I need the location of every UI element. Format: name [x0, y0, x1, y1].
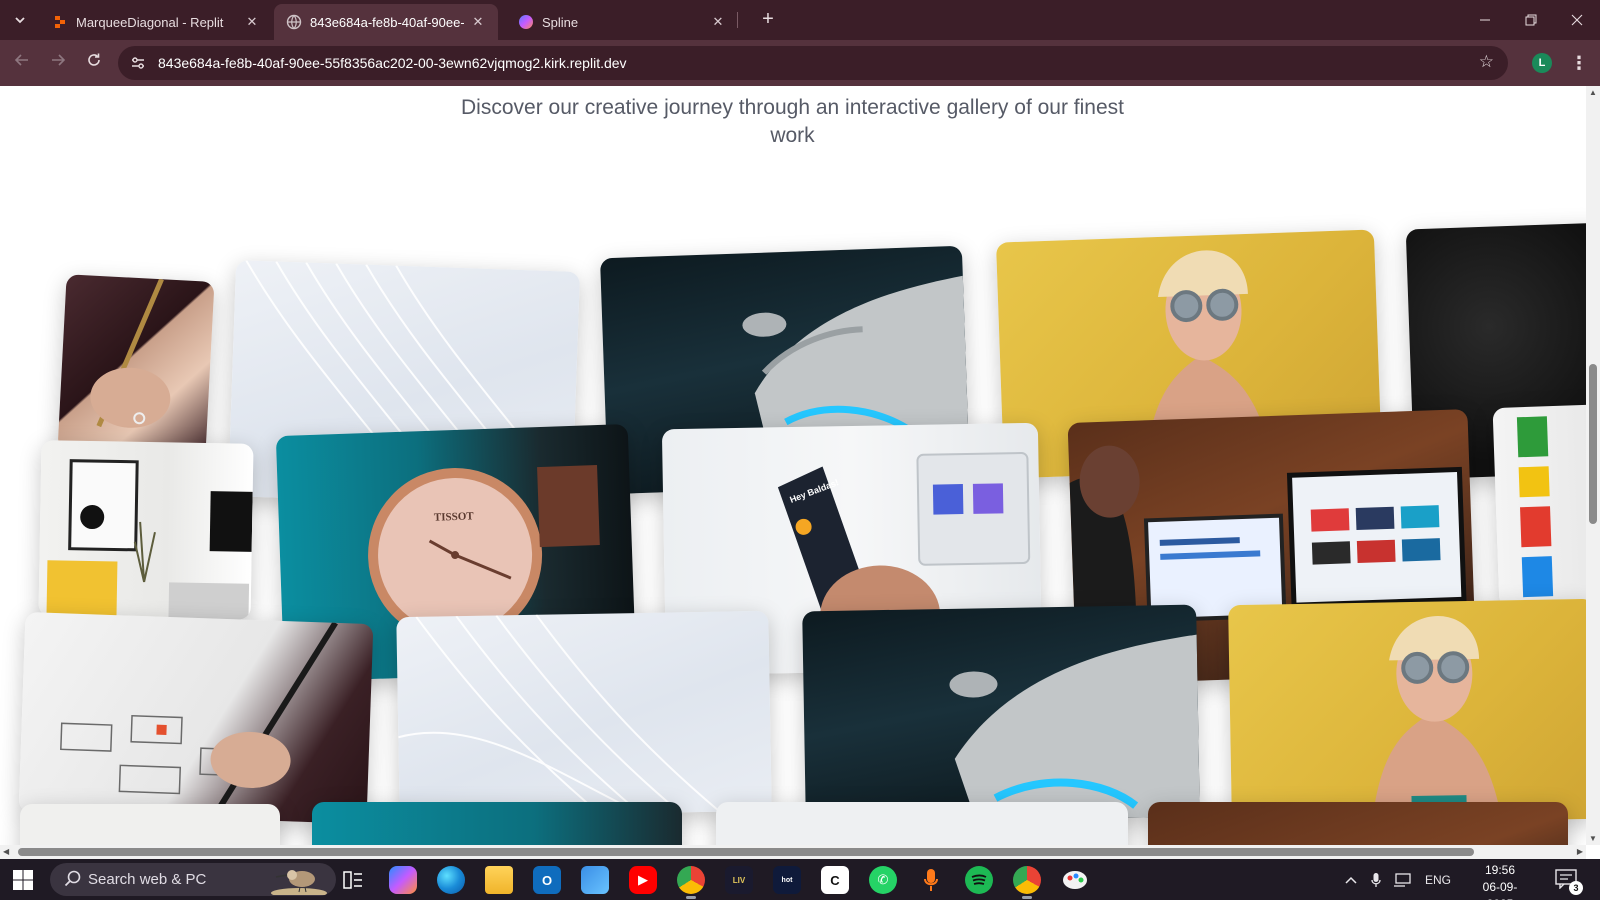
taskbar-search-placeholder: Search web & PC: [88, 871, 207, 888]
scroll-down-arrow-icon[interactable]: ▼: [1589, 834, 1597, 843]
tab-title: MarqueeDiagonal - Replit: [76, 14, 224, 30]
tab-spline[interactable]: Spline ✕: [506, 4, 738, 40]
replit-icon: [55, 16, 65, 28]
youtube-icon[interactable]: ▶: [629, 866, 657, 894]
back-button[interactable]: [10, 51, 34, 75]
wave-lines-pattern: [398, 614, 721, 815]
outlook-icon[interactable]: O: [533, 866, 561, 894]
gallery-card-developer-monitors-2[interactable]: [1148, 802, 1568, 845]
watch-brand-text: TISSOT: [434, 510, 475, 523]
close-icon[interactable]: ✕: [470, 14, 486, 30]
globe-icon: [286, 14, 302, 30]
taskbar-clock[interactable]: 19:56 06-09-2025: [1470, 862, 1530, 913]
tab-marquee-replit[interactable]: MarqueeDiagonal - Replit ✕: [40, 4, 272, 40]
gallery-card-phone-app-2[interactable]: [716, 802, 1128, 845]
hotstar-icon[interactable]: hot: [773, 866, 801, 894]
woman-sunglasses-illustration: [1371, 616, 1502, 823]
scroll-up-arrow-icon[interactable]: ▲: [1589, 88, 1597, 97]
vertical-scrollbar[interactable]: ▲ ▼: [1586, 86, 1600, 845]
clock-time: 19:56: [1484, 863, 1516, 877]
widgets-icon[interactable]: [581, 866, 609, 894]
scroll-right-arrow-icon[interactable]: ▶: [1577, 847, 1583, 856]
forward-button[interactable]: [46, 51, 70, 75]
podcast-mic-icon[interactable]: [917, 866, 945, 894]
arrow-right-icon: [52, 54, 66, 66]
gallery-card-sketching-hand-2[interactable]: [18, 611, 374, 825]
task-view-icon[interactable]: [339, 866, 367, 894]
gallery-card-minimal-interior-2[interactable]: [20, 804, 280, 845]
windows-taskbar: Search web & PC O ▶ LIV hot C ✆ ENG 19:5…: [0, 859, 1600, 911]
wireframe-sketch-illustration: [60, 621, 338, 811]
vertical-scroll-thumb[interactable]: [1589, 364, 1597, 524]
tray-overflow-chevron-icon[interactable]: [1340, 859, 1362, 900]
tab-search-button[interactable]: [8, 8, 32, 32]
minimize-icon: [1480, 19, 1490, 21]
tab-title: Spline: [542, 14, 579, 30]
tab-separator: [737, 12, 738, 28]
horizontal-scrollbar[interactable]: ◀ ▶: [0, 845, 1586, 859]
notification-count-badge: 3: [1569, 881, 1583, 895]
browser-toolbar: 843e684a-fe8b-40af-90ee-55f8356ac202-00-…: [0, 40, 1600, 86]
gallery-card-sports-car-2[interactable]: [802, 604, 1200, 824]
file-explorer-icon[interactable]: [485, 866, 513, 894]
site-settings-icon[interactable]: [130, 55, 146, 71]
browser-tabstrip: MarqueeDiagonal - Replit ✕ 843e684a-fe8b…: [0, 0, 1600, 40]
reload-button[interactable]: [82, 51, 106, 75]
car-headlight-illustration: [949, 634, 1200, 821]
spline-icon: [519, 15, 533, 29]
microphone-icon[interactable]: [1366, 859, 1386, 900]
chrome-profile-icon[interactable]: [677, 866, 705, 899]
scroll-left-arrow-icon[interactable]: ◀: [3, 847, 9, 856]
capcut-icon[interactable]: C: [821, 866, 849, 894]
gallery-card-sketching-hand[interactable]: [57, 274, 215, 458]
page-viewport: Discover our creative journey through an…: [0, 86, 1586, 845]
new-tab-button[interactable]: +: [756, 8, 780, 32]
address-bar[interactable]: 843e684a-fe8b-40af-90ee-55f8356ac202-00-…: [118, 46, 1508, 80]
gallery-subtitle: Discover our creative journey through an…: [461, 96, 1124, 147]
gallery-card-tissot-watch-2[interactable]: [312, 802, 682, 845]
bing-highlight-bird-icon: [271, 870, 327, 895]
gadget-illustration: [1516, 416, 1554, 598]
close-icon: [1571, 14, 1583, 26]
whatsapp-icon[interactable]: ✆: [869, 866, 897, 894]
copilot-icon[interactable]: [389, 866, 417, 894]
arrow-left-icon: [14, 54, 28, 66]
horizontal-scroll-thumb[interactable]: [18, 848, 1474, 856]
restore-icon: [1525, 14, 1537, 26]
gallery-card-minimal-interior[interactable]: [38, 440, 254, 620]
sony-liv-icon[interactable]: LIV: [725, 866, 753, 894]
restore-button[interactable]: [1508, 0, 1554, 40]
language-indicator[interactable]: ENG: [1418, 859, 1458, 900]
search-icon: [64, 870, 81, 887]
browser-menu-icon[interactable]: ⋮: [1570, 51, 1588, 75]
hand-pencil-illustration: [90, 278, 171, 428]
tab-title: 843e684a-fe8b-40af-90ee-55f8: [310, 14, 464, 30]
network-icon[interactable]: [1390, 859, 1414, 900]
windows-start-icon[interactable]: [12, 869, 34, 891]
spotify-icon[interactable]: [965, 866, 993, 894]
url-text[interactable]: 843e684a-fe8b-40af-90ee-55f8356ac202-00-…: [158, 55, 627, 71]
edge-icon[interactable]: [437, 866, 465, 894]
minimize-button[interactable]: [1462, 0, 1508, 40]
profile-avatar[interactable]: L: [1532, 53, 1552, 73]
tab-replit-dev[interactable]: 843e684a-fe8b-40af-90ee-55f8 ✕: [274, 4, 498, 40]
bookmark-star-icon[interactable]: ☆: [1479, 52, 1494, 72]
gallery-card-white-waves-2[interactable]: [396, 610, 772, 818]
gallery-card-woman-yellow-2[interactable]: [1228, 598, 1586, 826]
paint-icon[interactable]: [1061, 866, 1089, 894]
gallery-card-colorful-gadget[interactable]: [1492, 403, 1586, 609]
clock-date: 06-09-2025: [1482, 880, 1518, 911]
reload-icon: [88, 53, 100, 66]
chevron-down-icon: [15, 17, 25, 24]
close-icon[interactable]: ✕: [710, 14, 726, 30]
close-icon[interactable]: ✕: [244, 14, 260, 30]
taskbar-search-box[interactable]: Search web & PC: [50, 863, 336, 896]
close-window-button[interactable]: [1554, 0, 1600, 40]
interior-illustration: [46, 459, 253, 620]
chrome-icon[interactable]: [1013, 866, 1041, 899]
